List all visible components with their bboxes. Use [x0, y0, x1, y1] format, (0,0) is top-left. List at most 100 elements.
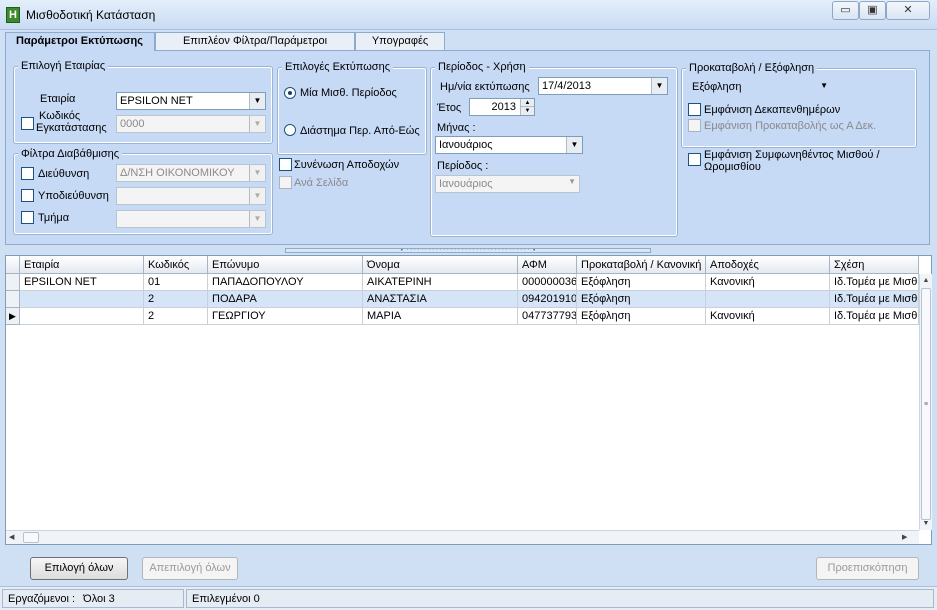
cell-surname: ΠΟΔΑΡΑ — [208, 291, 363, 308]
chevron-down-icon[interactable]: ▼ — [249, 116, 265, 132]
print-date-picker[interactable]: 17/4/2013 ▼ — [538, 77, 668, 95]
show-advance-checkbox[interactable] — [688, 119, 701, 132]
column-header-earnings[interactable]: Αποδοχές — [706, 256, 830, 274]
radio-single-period[interactable] — [284, 87, 296, 99]
column-header-name[interactable]: Όνομα — [363, 256, 518, 274]
column-header-company[interactable]: Εταιρία — [20, 256, 144, 274]
print-date-value: 17/4/2013 — [542, 80, 591, 92]
cell-name: ΜΑΡΙΑ — [363, 308, 518, 325]
scroll-down-icon[interactable]: ▼ — [920, 520, 932, 527]
department-combo[interactable]: ▼ — [116, 210, 266, 228]
column-header-surname[interactable]: Επώνυμο — [208, 256, 363, 274]
column-header-advance[interactable]: Προκαταβολή / Κανονική — [577, 256, 706, 274]
table-row[interactable]: 2 ΠΟΔΑΡΑ ΑΝΑΣΤΑΣΙΑ 094201910 Εξόφληση Ιδ… — [6, 291, 919, 308]
scroll-left-icon[interactable]: ◀ — [9, 533, 14, 541]
chevron-down-icon[interactable]: ▼ — [820, 81, 828, 90]
scroll-up-icon[interactable]: ▲ — [920, 277, 932, 284]
print-options-group — [277, 67, 427, 155]
row-header[interactable] — [6, 291, 20, 308]
chevron-down-icon[interactable]: ▼ — [249, 165, 265, 181]
vertical-scrollbar[interactable]: ▲ ≡ ▼ — [919, 274, 932, 530]
period-combo[interactable]: Ιανουάριος ▼ — [435, 175, 580, 193]
spin-down-icon[interactable]: ▼ — [520, 107, 534, 115]
minimize-button[interactable]: ▭ — [832, 1, 859, 20]
scroll-right-icon[interactable]: ▶ — [902, 533, 907, 541]
department-checkbox[interactable] — [21, 211, 34, 224]
table-row[interactable]: EPSILON NET 01 ΠΑΠΑΔΟΠΟΥΛΟΥ ΑΙΚΑΤΕΡΙΝΗ 0… — [6, 274, 919, 291]
select-all-button[interactable]: Επιλογή όλων — [30, 557, 128, 580]
cell-earnings: Κανονική — [706, 274, 830, 291]
show-agreed-salary-checkbox[interactable] — [688, 153, 701, 166]
cell-name: ΑΝΑΣΤΑΣΙΑ — [363, 291, 518, 308]
direction-checkbox[interactable] — [21, 167, 34, 180]
cell-company — [20, 291, 144, 308]
cell-advance: Εξόφληση — [577, 274, 706, 291]
advance-type-combo[interactable]: Εξόφληση ▼ — [688, 78, 832, 96]
company-label: Εταιρία — [40, 93, 76, 105]
subdirection-combo[interactable]: ▼ — [116, 187, 266, 205]
panel-splitter[interactable]: ▼ · · · · · · · · · · · · · · · · · · · … — [285, 248, 651, 253]
cell-earnings: Κανονική — [706, 308, 830, 325]
radio-single-period-label: Μία Μισθ. Περίοδος — [300, 87, 397, 99]
year-value: 2013 — [491, 101, 516, 113]
subdirection-checkbox[interactable] — [21, 189, 34, 202]
radio-period-range[interactable] — [284, 124, 296, 136]
direction-combo[interactable]: Δ/ΝΣΗ ΟΙΚΟΝΟΜΙΚΟΥ ▼ — [116, 164, 266, 182]
install-code-combo[interactable]: 0000 ▼ — [116, 115, 266, 133]
install-code-value: 0000 — [120, 118, 145, 130]
current-row-icon[interactable]: ▶ — [6, 308, 20, 325]
show-fortnights-checkbox[interactable] — [688, 103, 701, 116]
chevron-down-icon[interactable]: ▼ — [651, 78, 667, 94]
cell-afm: 094201910 — [518, 291, 577, 308]
chevron-down-icon[interactable]: ▼ — [249, 93, 265, 109]
per-page-checkbox[interactable] — [279, 176, 292, 189]
merge-earnings-checkbox[interactable] — [279, 158, 292, 171]
cell-relation: Ιδ.Τομέα με Μισθ — [830, 274, 919, 291]
scroll-thumb[interactable]: ≡ — [921, 288, 931, 520]
horizontal-scrollbar[interactable]: ◀ ▶ — [6, 530, 919, 544]
chevron-down-icon[interactable]: ▼ — [249, 211, 265, 227]
company-combo[interactable]: EPSILON NET ▼ — [116, 92, 266, 110]
cell-relation: Ιδ.Τομέα με Μισθ — [830, 308, 919, 325]
install-code-label-line1: Κωδικός — [39, 110, 81, 122]
chevron-down-icon[interactable]: ▼ — [249, 188, 265, 204]
employees-label: Εργαζόμενοι : — [8, 593, 76, 605]
chevron-down-icon[interactable]: ▼ — [568, 177, 576, 186]
print-options-title: Επιλογές Εκτύπωσης — [282, 61, 394, 73]
period-label: Περίοδος : — [437, 160, 489, 172]
restore-button[interactable]: ▣ — [859, 1, 886, 20]
year-label: Έτος — [437, 102, 462, 114]
employees-total: Όλοι 3 — [83, 593, 115, 605]
show-agreed-salary-line2: Ωρομισθίου — [704, 161, 761, 173]
title-bar: H Μισθοδοτική Κατάσταση ▭ ▣ ✕ — [0, 0, 937, 30]
column-header-code[interactable]: Κωδικός — [144, 256, 208, 274]
selected-status: Επιλεγμένοι 0 — [186, 589, 934, 608]
tab-signatures[interactable]: Υπογραφές — [355, 32, 445, 50]
merge-earnings-label: Συνένωση Αποδοχών — [294, 159, 400, 171]
cell-relation: Ιδ.Τομέα με Μισθ — [830, 291, 919, 308]
install-code-checkbox[interactable] — [21, 117, 34, 130]
month-value: Ιανουάριος — [439, 139, 493, 151]
year-stepper[interactable]: 2013 ▲ ▼ — [469, 98, 535, 116]
tab-print-parameters[interactable]: Παράμετροι Εκτύπωσης — [5, 32, 155, 51]
chevron-down-icon[interactable]: ▼ — [566, 137, 582, 153]
direction-label: Διεύθυνση — [38, 168, 90, 180]
subdirection-label: Υποδιεύθυνση — [38, 190, 109, 202]
advance-group-title: Προκαταβολή / Εξόφληση — [686, 62, 818, 74]
show-fortnights-label: Εμφάνιση Δεκαπενθημέρων — [704, 104, 841, 116]
column-header-afm[interactable]: ΑΦΜ — [518, 256, 577, 274]
column-header-relation[interactable]: Σχέση — [830, 256, 919, 274]
deselect-all-button[interactable]: Απεπιλογή όλων — [142, 557, 238, 580]
employees-status: Εργαζόμενοι : Όλοι 3 — [2, 589, 184, 608]
tab-extra-filters[interactable]: Επιπλέον Φίλτρα/Παράμετροι — [155, 32, 355, 50]
row-header[interactable] — [6, 274, 20, 291]
preview-button[interactable]: Προεπισκόπηση — [816, 557, 919, 580]
table-row[interactable]: ▶ 2 ΓΕΩΡΓΙΟΥ ΜΑΡΙΑ 047737793 Εξόφληση Κα… — [6, 308, 919, 325]
close-button[interactable]: ✕ — [886, 1, 930, 20]
period-group-title: Περίοδος - Χρήση — [435, 61, 529, 73]
cell-advance: Εξόφληση — [577, 291, 706, 308]
period-value: Ιανουάριος — [439, 178, 493, 190]
hscroll-thumb[interactable] — [23, 532, 39, 543]
spin-up-icon[interactable]: ▲ — [520, 99, 534, 107]
month-combo[interactable]: Ιανουάριος ▼ — [435, 136, 583, 154]
